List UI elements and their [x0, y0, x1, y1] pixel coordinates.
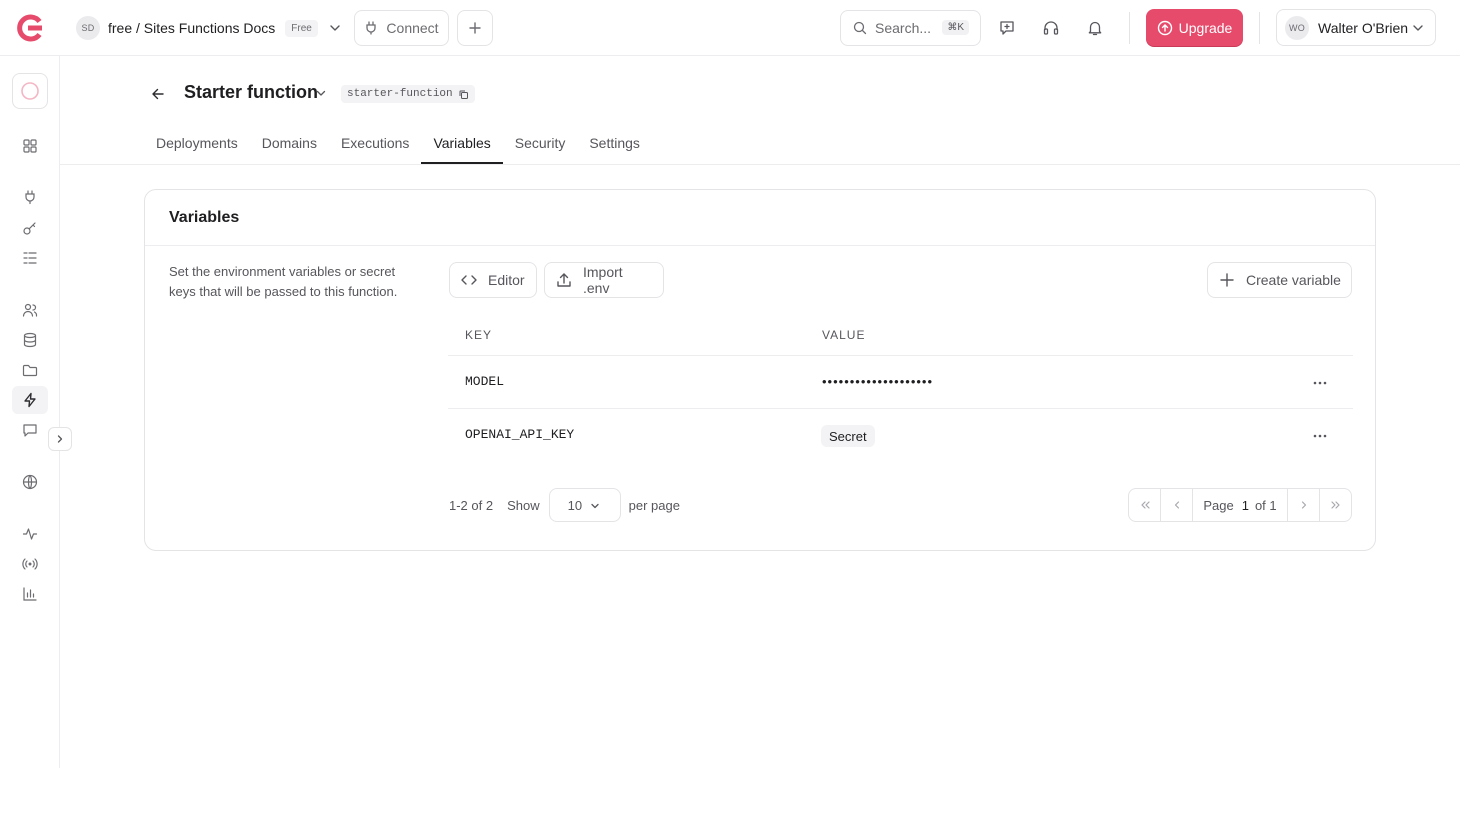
per-page-label: per page [628, 497, 680, 513]
dashboard-icon[interactable] [18, 134, 42, 158]
tab-domains[interactable]: Domains [250, 126, 329, 164]
divider [1129, 12, 1130, 44]
arrow-up-circle-icon [1157, 20, 1172, 35]
project-switcher[interactable]: SD free / Sites Functions Docs Free [76, 15, 342, 41]
more-icon[interactable] [1308, 425, 1332, 447]
column-key[interactable]: KEY [465, 328, 492, 342]
divider [1259, 12, 1260, 44]
editor-label: Editor [488, 272, 525, 288]
tab-variables[interactable]: Variables [421, 126, 504, 164]
pagination: Page 1 of 1 [1128, 488, 1352, 522]
user-avatar: WO [1285, 15, 1309, 40]
prev-page-icon[interactable] [1161, 489, 1193, 521]
headset-icon[interactable] [1039, 16, 1063, 40]
variable-key: MODEL [465, 374, 505, 389]
plug-icon[interactable] [18, 185, 42, 209]
more-icon[interactable] [1308, 372, 1332, 394]
search-placeholder: Search... [875, 20, 932, 36]
function-id-badge[interactable]: starter-function [341, 85, 475, 103]
table-row[interactable]: OPENAI_API_KEY Secret [448, 409, 1353, 462]
range-text: 1-2 of 2 [449, 497, 494, 513]
per-page-select[interactable]: 10 [548, 488, 621, 522]
page-indicator: Page 1 of 1 [1193, 498, 1287, 513]
variable-key: OPENAI_API_KEY [465, 427, 575, 442]
globe-icon[interactable] [18, 470, 42, 494]
list-icon[interactable] [18, 246, 42, 270]
appwrite-logo-icon[interactable] [15, 13, 45, 43]
chevron-down-icon[interactable] [315, 87, 327, 99]
user-name: Walter O'Brien [1318, 19, 1409, 36]
create-label: Create variable [1246, 272, 1341, 288]
editor-button[interactable]: Editor [449, 262, 537, 298]
tab-deployments[interactable]: Deployments [144, 126, 250, 164]
create-variable-button[interactable]: Create variable [1207, 262, 1352, 298]
tab-bar: Deployments Domains Executions Variables… [144, 126, 652, 164]
sidebar-expand-button[interactable] [48, 427, 72, 451]
tabs-divider [60, 164, 1460, 165]
chevron-down-icon [1411, 21, 1425, 35]
bolt-icon[interactable] [18, 388, 42, 412]
search-shortcut: ⌘K [942, 20, 969, 35]
connect-button[interactable]: Connect [354, 10, 449, 46]
table-header: KEY VALUE [448, 318, 1353, 356]
org-avatar[interactable] [12, 73, 48, 109]
plug-icon [366, 21, 377, 35]
bell-icon[interactable] [1083, 16, 1107, 40]
upgrade-label: Upgrade [1178, 19, 1233, 36]
next-page-icon[interactable] [1287, 489, 1319, 521]
upgrade-button[interactable]: Upgrade [1146, 9, 1243, 46]
key-icon[interactable] [18, 216, 42, 240]
search-button[interactable]: Search... ⌘K [840, 10, 981, 46]
tab-executions[interactable]: Executions [329, 126, 421, 164]
variable-value-masked: •••••••••••••••••••• [822, 374, 934, 389]
activity-icon[interactable] [18, 522, 42, 546]
pagination-summary: 1-2 of 2 Show 10 per page [449, 488, 680, 522]
upload-icon [557, 273, 571, 287]
page-title[interactable]: Starter function [184, 82, 318, 103]
project-name: free / Sites Functions Docs [108, 20, 276, 36]
tab-settings[interactable]: Settings [577, 126, 652, 164]
tab-security[interactable]: Security [503, 126, 578, 164]
per-page-value: 10 [567, 497, 583, 513]
broadcast-icon[interactable] [18, 552, 42, 576]
card-title: Variables [145, 190, 1375, 246]
project-avatar: SD [76, 16, 100, 40]
plan-badge: Free [285, 19, 318, 37]
function-id: starter-function [347, 88, 453, 100]
bar-chart-icon[interactable] [18, 582, 42, 606]
current-page: 1 [1241, 497, 1249, 513]
secret-badge: Secret [821, 425, 875, 447]
show-label: Show [507, 497, 540, 513]
chevron-down-icon [328, 21, 342, 35]
search-icon [853, 21, 867, 35]
page-label: Page [1203, 497, 1234, 513]
page-total: of 1 [1254, 497, 1277, 513]
plus-icon [1220, 273, 1234, 287]
column-value[interactable]: VALUE [822, 328, 865, 342]
import-label: Import .env [583, 264, 623, 296]
table-row[interactable]: MODEL •••••••••••••••••••• [448, 356, 1353, 409]
card-description: Set the environment variables or secret … [169, 264, 398, 299]
variables-table: KEY VALUE MODEL •••••••••••••••••••• OPE… [448, 318, 1353, 462]
user-menu[interactable]: WO Walter O'Brien [1276, 9, 1436, 46]
import-env-button[interactable]: Import .env [544, 262, 664, 298]
connect-label: Connect [386, 20, 439, 36]
code-icon [461, 275, 477, 285]
top-bar: SD free / Sites Functions Docs Free Conn… [0, 0, 1460, 56]
chevron-down-icon [590, 503, 599, 509]
sidebar [0, 56, 72, 768]
chevron-right-icon [57, 435, 63, 443]
last-page-icon[interactable] [1319, 489, 1351, 521]
first-page-icon[interactable] [1129, 489, 1161, 521]
copy-icon [459, 90, 468, 99]
variables-card: Variables Set the environment variables … [144, 189, 1376, 551]
feedback-icon[interactable] [995, 16, 1019, 40]
add-button[interactable] [457, 10, 493, 46]
database-icon[interactable] [18, 328, 42, 352]
back-arrow-icon[interactable] [148, 84, 168, 104]
plus-icon [469, 22, 481, 34]
folder-icon[interactable] [18, 358, 42, 382]
message-icon[interactable] [18, 418, 42, 442]
users-icon[interactable] [18, 298, 42, 322]
